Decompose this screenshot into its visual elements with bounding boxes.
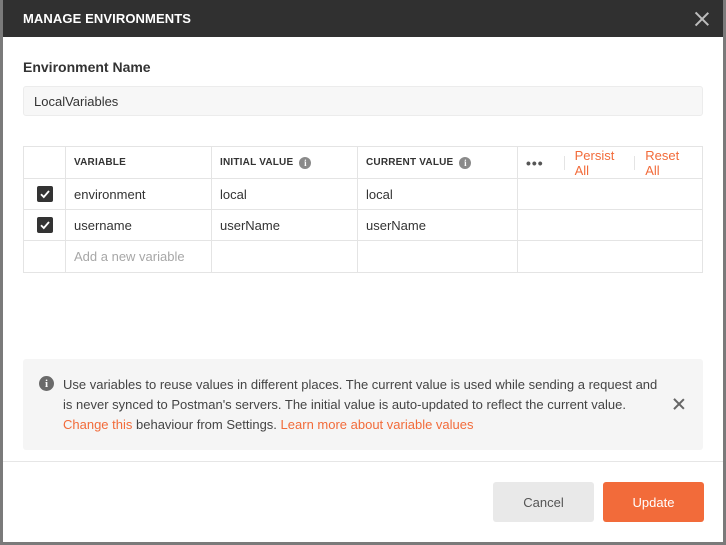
checkmark-icon: [39, 190, 50, 199]
change-settings-link[interactable]: Change this: [63, 417, 132, 432]
variable-cell[interactable]: environment: [66, 179, 212, 209]
cancel-button[interactable]: Cancel: [493, 482, 594, 522]
new-variable-input[interactable]: Add a new variable: [66, 241, 212, 272]
footer-divider: [3, 461, 723, 462]
close-icon[interactable]: [693, 10, 711, 28]
header-variable-label: VARIABLE: [74, 157, 126, 168]
row-check-cell: [24, 179, 66, 209]
divider: [563, 155, 565, 170]
info-icon[interactable]: i: [459, 156, 472, 169]
new-current-value-input[interactable]: [358, 241, 518, 272]
reset-all-button[interactable]: Reset All: [645, 148, 690, 178]
more-options-icon[interactable]: •••: [526, 155, 544, 171]
header-initial-label: INITIAL VALUE: [220, 157, 294, 168]
header-check-cell: [24, 147, 66, 178]
environment-name-label: Environment Name: [23, 59, 151, 75]
header-initial-value: INITIAL VALUE i: [212, 147, 358, 178]
persist-all-button[interactable]: Persist All: [575, 148, 625, 178]
table-row: username userName userName: [24, 210, 702, 241]
environment-name-input[interactable]: [23, 86, 703, 116]
new-initial-value-input[interactable]: [212, 241, 358, 272]
header-current-value: CURRENT VALUE i: [358, 147, 518, 178]
row-actions-cell: [518, 241, 702, 272]
info-text-continued: behaviour from Settings.: [132, 417, 277, 432]
table-header-row: VARIABLE INITIAL VALUE i CURRENT VALUE i…: [24, 147, 702, 179]
row-check-cell: [24, 241, 66, 272]
info-icon: i: [39, 376, 54, 391]
table-row: environment local local: [24, 179, 702, 210]
initial-value-cell[interactable]: local: [212, 179, 358, 209]
current-value-cell[interactable]: userName: [358, 210, 518, 240]
header-variable: VARIABLE: [66, 147, 212, 178]
new-variable-row: Add a new variable: [24, 241, 702, 272]
modal-title: MANAGE ENVIRONMENTS: [23, 11, 192, 26]
info-icon[interactable]: i: [299, 156, 312, 169]
row-check-cell: [24, 210, 66, 240]
initial-value-cell[interactable]: userName: [212, 210, 358, 240]
row-checkbox[interactable]: [36, 186, 53, 202]
row-checkbox[interactable]: [36, 217, 53, 233]
info-text: Use variables to reuse values in differe…: [63, 377, 658, 412]
variable-cell[interactable]: username: [66, 210, 212, 240]
close-icon[interactable]: [673, 398, 685, 410]
row-actions-cell: [518, 210, 702, 240]
header-actions: ••• Persist All Reset All: [518, 147, 702, 178]
manage-environments-modal: MANAGE ENVIRONMENTS Environment Name VAR…: [3, 0, 723, 542]
modal-header: MANAGE ENVIRONMENTS: [3, 0, 723, 37]
learn-more-link[interactable]: Learn more about variable values: [281, 417, 474, 432]
current-value-cell[interactable]: local: [358, 179, 518, 209]
header-current-label: CURRENT VALUE: [366, 157, 454, 168]
row-actions-cell: [518, 179, 702, 209]
variables-table: VARIABLE INITIAL VALUE i CURRENT VALUE i…: [23, 146, 703, 273]
divider: [634, 155, 636, 170]
info-banner: i Use variables to reuse values in diffe…: [23, 359, 703, 450]
checkmark-icon: [39, 221, 50, 230]
update-button[interactable]: Update: [603, 482, 704, 522]
